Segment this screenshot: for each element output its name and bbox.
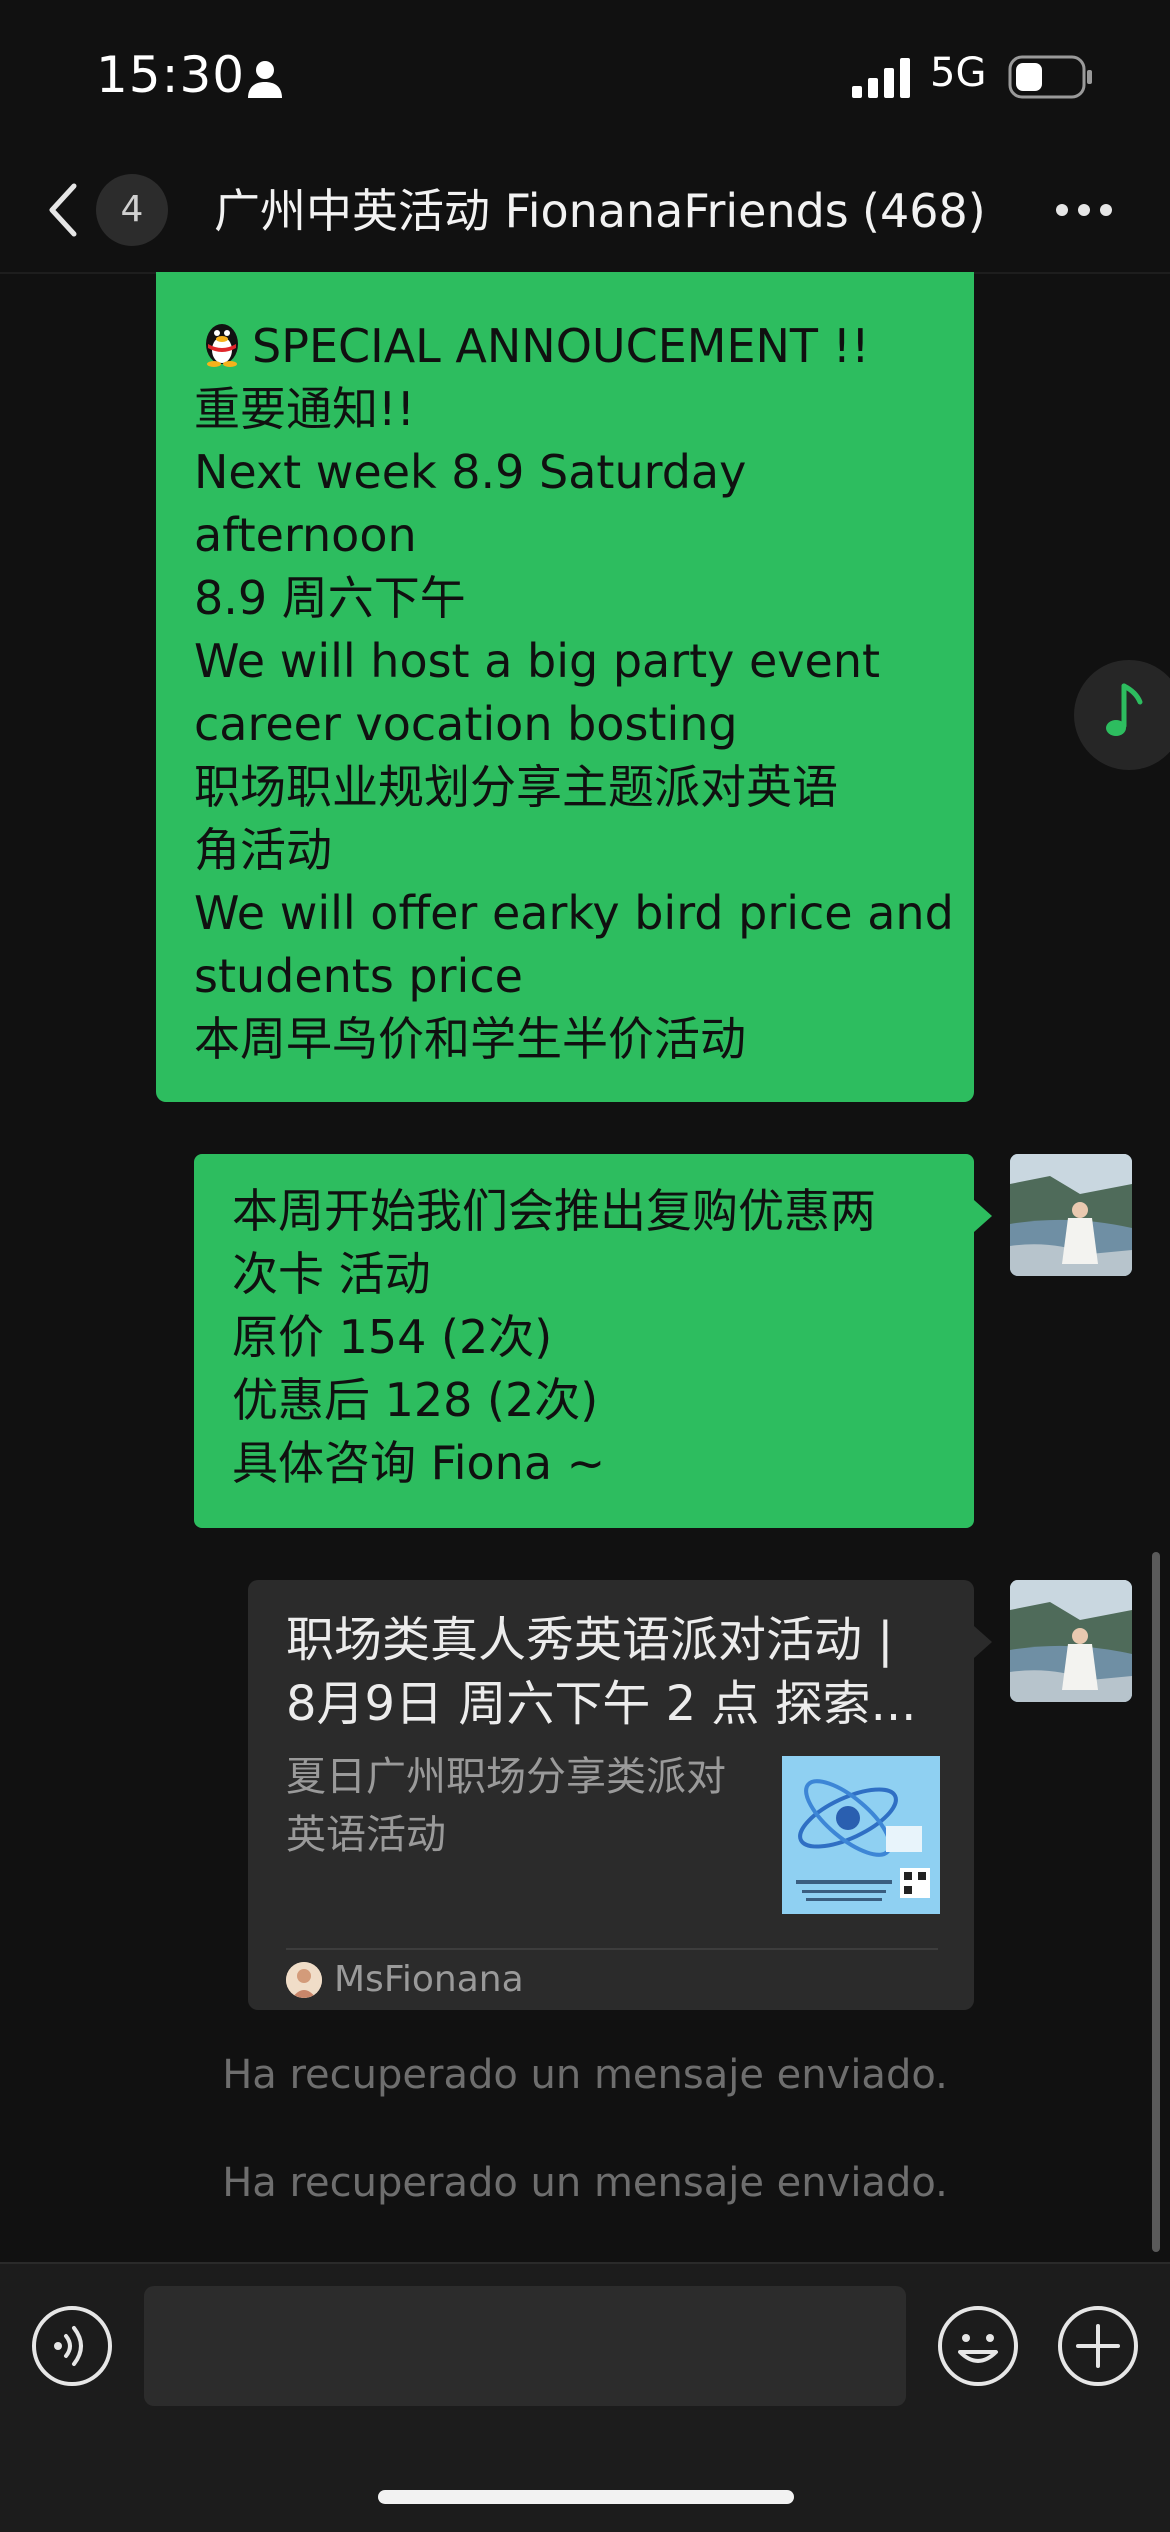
system-message: Ha recuperado un mensaje enviado. xyxy=(222,2052,948,2098)
status-time: 15:30 xyxy=(96,46,246,104)
avatar-photo xyxy=(1010,1154,1132,1276)
message-line: 本周早鸟价和学生半价活动 xyxy=(194,1012,746,1066)
message-line: career vocation bosting xyxy=(194,697,738,751)
message-line: 职场职业规划分享主题派对英语 xyxy=(194,760,838,814)
message-input[interactable] xyxy=(144,2286,906,2406)
message-line: students price xyxy=(194,949,523,1003)
message-line: 本周开始我们会推出复购优惠两 xyxy=(232,1184,876,1238)
card-description: 夏日广州职场分享类派对英语活动 xyxy=(286,1754,726,1858)
scrollbar[interactable] xyxy=(1152,1552,1160,2252)
system-message: Ha recuperado un mensaje enviado. xyxy=(222,2160,948,2206)
thumbnail-image xyxy=(782,1756,940,1914)
floating-music-tab[interactable] xyxy=(1074,660,1170,770)
avatar-photo xyxy=(1010,1580,1132,1702)
avatar[interactable] xyxy=(1010,1154,1132,1276)
card-source-name: MsFionana xyxy=(334,1959,524,2000)
message-line: We will offer earky bird price and xyxy=(194,886,954,940)
member-count: (468) xyxy=(862,184,986,238)
more-icon[interactable] xyxy=(1054,200,1114,220)
avatar[interactable] xyxy=(1010,1580,1132,1702)
card-title-line: 职场类真人秀英语派对活动 | xyxy=(286,1612,894,1668)
chat-screen: 15:30 5G 4 广州中英活动 FionanaFriends (468) S… xyxy=(0,0,1170,2532)
nav-bar: 4 广州中英活动 FionanaFriends (468) xyxy=(0,150,1170,274)
person-icon xyxy=(248,61,282,98)
message-line: Next week 8.9 Saturday xyxy=(194,445,747,499)
link-card[interactable]: 职场类真人秀英语派对活动 | 8月9日 周六下午 2 点 探索... 夏日广州职… xyxy=(248,1580,974,2010)
message-line: We will host a big party event xyxy=(194,634,881,688)
home-indicator[interactable] xyxy=(378,2490,794,2504)
message-bubble-announcement[interactable]: SPECIAL ANNOUCEMENT !! 重要通知!! Next week … xyxy=(156,272,974,1102)
emoji-icon[interactable] xyxy=(936,2304,1020,2388)
network-label: 5G xyxy=(930,50,987,96)
card-title: 职场类真人秀英语派对活动 | 8月9日 周六下午 2 点 探索... xyxy=(286,1608,936,1736)
source-avatar-image xyxy=(286,1962,322,1998)
message-bubble-discount[interactable]: 本周开始我们会推出复购优惠两 次卡 活动 原价 154 (2次) 优惠后 128… xyxy=(194,1154,974,1528)
unread-badge[interactable]: 4 xyxy=(96,174,168,246)
message-line: 8.9 周六下午 xyxy=(194,571,466,625)
card-title-line: 8月9日 周六下午 2 点 探索... xyxy=(286,1676,917,1732)
card-divider xyxy=(286,1948,938,1950)
voice-icon[interactable] xyxy=(30,2304,114,2388)
message-line: 角活动 xyxy=(194,823,332,877)
message-line: 具体咨询 Fiona ~ xyxy=(232,1436,606,1490)
bubble-tail xyxy=(974,1200,992,1232)
message-line: afternoon xyxy=(194,508,417,562)
message-line: 优惠后 128 (2次) xyxy=(232,1373,599,1427)
message-line: 次卡 活动 xyxy=(232,1247,431,1301)
chat-title: 广州中英活动 FionanaFriends xyxy=(214,184,849,238)
battery-icon xyxy=(1008,55,1092,99)
status-bar: 15:30 5G xyxy=(0,0,1170,150)
signal-icon xyxy=(852,58,910,98)
source-avatar xyxy=(286,1962,322,1998)
music-note-icon xyxy=(1106,683,1143,736)
card-thumbnail xyxy=(782,1756,940,1914)
message-line: 重要通知!! xyxy=(194,382,415,436)
plus-icon[interactable] xyxy=(1056,2304,1140,2388)
back-icon[interactable] xyxy=(40,180,90,240)
message-line: SPECIAL ANNOUCEMENT !! xyxy=(252,319,870,373)
bubble-tail xyxy=(974,1626,992,1658)
penguin-icon xyxy=(206,324,238,367)
message-line: 原价 154 (2次) xyxy=(232,1310,553,1364)
